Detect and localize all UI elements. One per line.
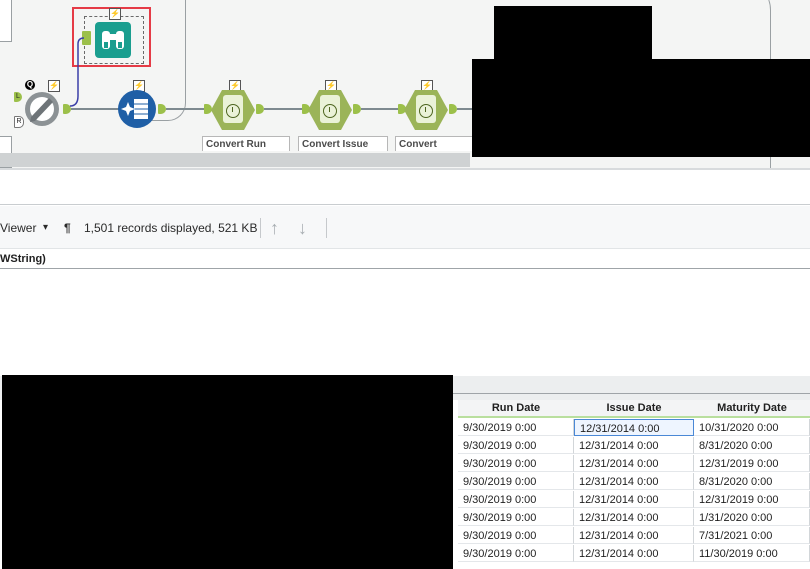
chevron-down-icon[interactable]: ▾ [43,222,48,233]
records-summary: 1,501 records displayed, 521 KB [84,221,258,235]
table-cell[interactable]: 9/30/2019 0:00 [458,473,574,490]
tool-label-convert-issue[interactable]: Convert Issue [298,136,388,151]
dynamic-rename-tool[interactable] [22,90,62,128]
view-mode-label[interactable]: Viewer [0,221,36,235]
column-header-run-date[interactable]: Run Date [458,400,575,418]
table-cell[interactable]: 9/30/2019 0:00 [458,419,574,436]
results-divider [0,204,810,205]
table-cell[interactable]: 9/30/2019 0:00 [458,455,574,472]
data-cleanse-tool[interactable] [118,90,156,128]
pilcrow-icon[interactable]: ¶ [64,221,71,235]
table-cell[interactable]: 12/31/2019 0:00 [694,491,810,508]
redacted-region-3 [2,375,453,569]
table-cell[interactable]: 12/31/2014 0:00 [574,437,694,454]
gear-pencil-icon [25,92,59,126]
connector-1 [71,108,119,110]
table-cell[interactable]: 1/31/2020 0:00 [694,509,810,526]
table-cell[interactable]: 12/31/2014 0:00 [574,419,694,436]
join-left-anchor[interactable]: L [14,92,22,102]
clock-icon [419,104,433,118]
table-cell[interactable]: 9/30/2019 0:00 [458,527,574,544]
table-cell[interactable]: 9/30/2019 0:00 [458,545,574,562]
table-cell[interactable]: 8/31/2020 0:00 [694,437,810,454]
table-cell[interactable]: 12/31/2014 0:00 [574,509,694,526]
table-cell[interactable]: 9/30/2019 0:00 [458,509,574,526]
table-cell[interactable]: 8/31/2020 0:00 [694,473,810,490]
connector-2 [166,108,206,110]
datetime-1-input-anchor[interactable] [204,104,212,114]
redacted-region-2 [472,59,810,157]
field-type-label: WString) [0,253,46,265]
table-cell[interactable]: 12/31/2014 0:00 [574,527,694,544]
formula-tool-q-icon: Q [25,80,35,90]
redacted-region-1 [494,6,652,62]
datetime-3-output-anchor[interactable] [449,104,457,114]
table-cell[interactable]: 12/31/2014 0:00 [574,455,694,472]
field-type-header: WString) [0,250,810,269]
column-header-maturity-date[interactable]: Maturity Date [694,400,810,418]
datetime-tool-2[interactable] [308,90,352,130]
connector-3 [264,108,304,110]
binoculars-icon [102,31,124,49]
table-cell[interactable]: 9/30/2019 0:00 [458,491,574,508]
browse-tool[interactable] [95,22,131,58]
arrow-down-icon[interactable]: ↓ [298,218,307,239]
tool-container-border [0,0,12,42]
clock-icon [226,104,240,118]
table-cell[interactable]: 11/30/2019 0:00 [694,545,810,562]
clock-icon [323,104,337,118]
table-cell[interactable]: 10/31/2020 0:00 [694,419,810,436]
column-header-issue-date[interactable]: Issue Date [574,400,695,418]
datetime-1-output-anchor[interactable] [256,104,264,114]
table-cell[interactable]: 12/31/2014 0:00 [574,473,694,490]
tool-label-convert[interactable]: Convert [395,136,473,151]
table-cell[interactable]: 12/31/2014 0:00 [574,545,694,562]
grid-top-border [453,393,810,394]
table-cell[interactable]: 7/31/2021 0:00 [694,527,810,544]
table-cell[interactable]: 12/31/2019 0:00 [694,455,810,472]
datetime-tool-1[interactable] [211,90,255,130]
toolbar-separator-2 [326,218,327,238]
toolbar-separator [260,218,261,238]
browse-tool-bolt-icon: ⚡ [109,8,121,20]
canvas-horizontal-scrollbar[interactable] [0,153,470,167]
sparkle-table-icon [121,99,148,119]
datetime-2-output-anchor[interactable] [353,104,361,114]
results-toolbar: Viewer ▾ ¶ 1,501 records displayed, 521 … [0,206,810,249]
arrow-up-icon[interactable]: ↑ [270,218,279,239]
connector-to-browse [69,37,85,107]
canvas-divider [0,168,810,170]
datetime-tool-3[interactable] [404,90,448,130]
table-cell[interactable]: 12/31/2014 0:00 [574,491,694,508]
connector-4 [361,108,401,110]
table-cell[interactable]: 9/30/2019 0:00 [458,437,574,454]
tool-label-convert-run[interactable]: Convert Run [202,136,290,151]
